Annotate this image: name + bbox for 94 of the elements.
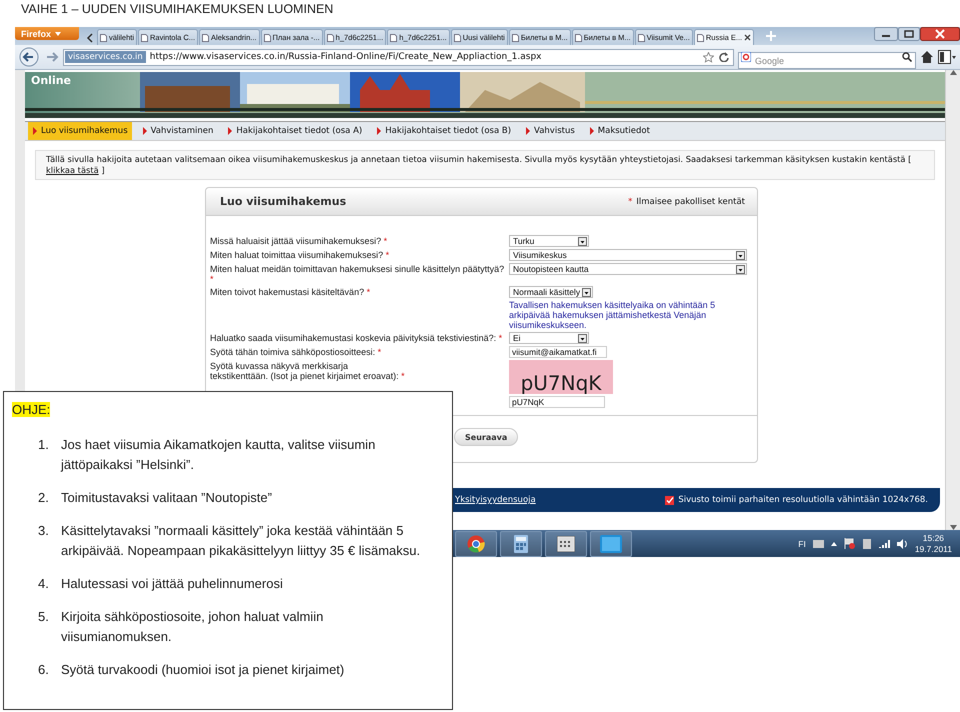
instruction-text: Halutessasi voi jättää puhelinnumerosi: [61, 575, 284, 593]
help-note: Tavallisen hakemuksen käsittelyaika on vähintään 5 arkipäivää hakemuksen jättämishetkestä Venäjän viisumikeskukseen.: [509, 300, 716, 330]
step-tab[interactable]: Vahvistus: [521, 122, 579, 140]
url-text: https://www.visaservices.co.in/Russia-Finland-Online/Fi/Create_New_Appliaction_1.aspx: [150, 52, 542, 62]
step-number: 3.: [38, 522, 50, 540]
banner-title: Online: [31, 74, 72, 87]
calculator-icon[interactable]: [514, 534, 528, 552]
step-tab[interactable]: Luo viisumihakemus: [28, 122, 132, 140]
dropdown-icon[interactable]: [578, 334, 587, 342]
step-number: 2.: [38, 489, 50, 507]
page-icon: [326, 34, 334, 42]
page-icon: [390, 34, 398, 42]
search-field[interactable]: Google: [738, 52, 916, 69]
caret-icon[interactable]: [830, 542, 837, 546]
privacy-link[interactable]: Yksityisyydensuoja: [455, 495, 536, 505]
volume-icon[interactable]: [896, 538, 908, 548]
dropdown-icon[interactable]: [736, 264, 745, 274]
chevron-icon: [142, 127, 148, 135]
scrollbar[interactable]: [945, 70, 960, 530]
home-icon[interactable]: [920, 50, 934, 64]
required-mark: *: [628, 196, 632, 206]
instruction-text: Kirjoita sähköpostiosoite, johon haluat valmiin viisumianomuksen.: [61, 608, 324, 646]
chevron-icon: [525, 127, 532, 135]
instruction-text: Käsittelytavaksi ”normaali käsittely” joka kestää vähintään 5 arkipäivää. Nopeampaan pikakäsittelyyn liittyy 35 € lisämaksu.: [61, 522, 422, 560]
step-number: 4.: [38, 575, 50, 593]
select-field[interactable]: Noutopisteen kautta: [509, 263, 747, 275]
field-label: Haluatko saada viisumihakemustasi koskevia päivityksiä tekstiviestinä?: *: [210, 333, 502, 343]
field-label: Miten haluat toimittaa viisumihakemuksesi? *: [210, 250, 390, 260]
close-icon[interactable]: [920, 27, 960, 41]
search-engine-icon[interactable]: [741, 52, 751, 62]
help-link[interactable]: klikkaa tästä: [46, 165, 99, 175]
page-icon: [264, 34, 270, 42]
page-icon: [574, 34, 582, 42]
step-number: 6.: [38, 661, 50, 679]
select-field[interactable]: Viisumikeskus: [509, 249, 747, 261]
captcha-field[interactable]: pU7NqK: [509, 396, 605, 408]
required-legend: Ilmaisee pakolliset kentät: [636, 196, 745, 206]
document-title: VAIHE 1 – UUDEN VIISUMIHAKEMUKSEN LUOMINEN: [21, 2, 334, 16]
chrome-icon[interactable]: [467, 534, 485, 552]
field-label: Missä haluaisit jättää viisumihakemuksesi? *: [210, 236, 388, 246]
page-icon: [202, 34, 210, 42]
page-icon: [141, 34, 148, 42]
caret-icon: [55, 32, 62, 36]
chevron-icon: [588, 127, 595, 135]
chevron-icon: [32, 127, 38, 135]
step-number: 5.: [38, 608, 50, 626]
page-icon: [100, 34, 107, 42]
address-field[interactable]: visaservices.co.in https://www.visaservices.co.in/Russia-Finland-Online/Fi/Create_New_Appliaction_1.aspx: [63, 48, 734, 66]
field-label: Syötä kuvassa näkyvä merkkisarja tekstikenttään. (Isot ja pienet kirjaimet eroavat): *: [210, 361, 405, 381]
select-field[interactable]: Ei: [509, 332, 589, 344]
reload-icon[interactable]: [719, 52, 729, 62]
select-field[interactable]: Normaali käsittely: [509, 286, 594, 298]
info-text: Tällä sivulla hakijoita autetaan valitsemaan oikea viisumihakemuskeskus ja annetaan tietoa viisumin hakemisesta. Sivulla myös kysytään yhteystietojasi. Saadaksesi tarkemman käsityksen kustakin kentästä [ klikkaa tästä ]: [35, 150, 935, 180]
page-icon: [512, 34, 519, 42]
dropdown-icon[interactable]: [578, 236, 587, 246]
minimize-icon[interactable]: [874, 27, 898, 41]
back-icon[interactable]: [19, 47, 41, 67]
menu-icon[interactable]: [938, 50, 956, 64]
instruction-text: Jos haet viisumia Aikamatkojen kautta, valitse viisumin jättöpaikaksi ”Helsinki”.: [61, 436, 376, 474]
field-label: Miten haluat meidän toimittavan hakemuksesi sinulle käsittelyn päätyttyä? *: [210, 264, 504, 284]
step-tab[interactable]: Vahvistaminen: [138, 122, 218, 140]
next-button[interactable]: Seuraava: [454, 428, 518, 446]
step-tab[interactable]: Hakijakohtaiset tiedot (osa B): [372, 122, 516, 140]
flag-icon[interactable]: [844, 538, 855, 549]
step-tab[interactable]: Hakijakohtaiset tiedot (osa A): [223, 122, 366, 140]
signal-icon[interactable]: [878, 539, 890, 548]
language-indicator[interactable]: FI: [798, 538, 806, 548]
checkbox-icon: [665, 496, 674, 504]
page-icon: [454, 34, 461, 42]
field-label: Syötä tähän toimiva sähköpostiosoitteesi: *: [210, 347, 382, 357]
scroll-left-icon[interactable]: [86, 31, 94, 45]
search-icon[interactable]: [902, 52, 912, 62]
guide-heading: OHJE:: [12, 402, 50, 417]
email-field[interactable]: viisumit@aikamatkat.fi: [509, 346, 607, 358]
select-field[interactable]: Turku: [509, 235, 589, 247]
maximize-icon[interactable]: [898, 27, 920, 41]
step-tab[interactable]: Maksutiedot: [584, 122, 654, 140]
resolution-note: Sivusto toimii parhaiten resoluutiolla vähintään 1024x768.: [678, 495, 928, 505]
chevron-icon: [227, 127, 234, 135]
step-number: 1.: [38, 436, 50, 454]
page-icon: [638, 34, 645, 42]
form-title: Luo viisumihakemus: [220, 195, 346, 208]
close-icon[interactable]: [744, 34, 752, 41]
star-icon[interactable]: [703, 52, 714, 62]
dropdown-icon[interactable]: [582, 288, 592, 296]
site-badge: visaservices.co.in: [65, 51, 146, 63]
field-label: Miten toivot hakemustasi käsiteltävän? *: [210, 287, 370, 297]
captcha-image: pU7NqK: [509, 360, 613, 394]
clock[interactable]: 15:26 19.7.2011: [914, 532, 952, 554]
dropdown-icon[interactable]: [736, 250, 745, 260]
instruction-text: Toimitustavaksi valitaan ”Noutopiste”: [61, 489, 273, 507]
page-icon: [696, 34, 704, 42]
instruction-text: Syötä turvakoodi (huomioi isot ja pienet kirjaimet): [61, 661, 346, 679]
chevron-icon: [376, 127, 382, 135]
